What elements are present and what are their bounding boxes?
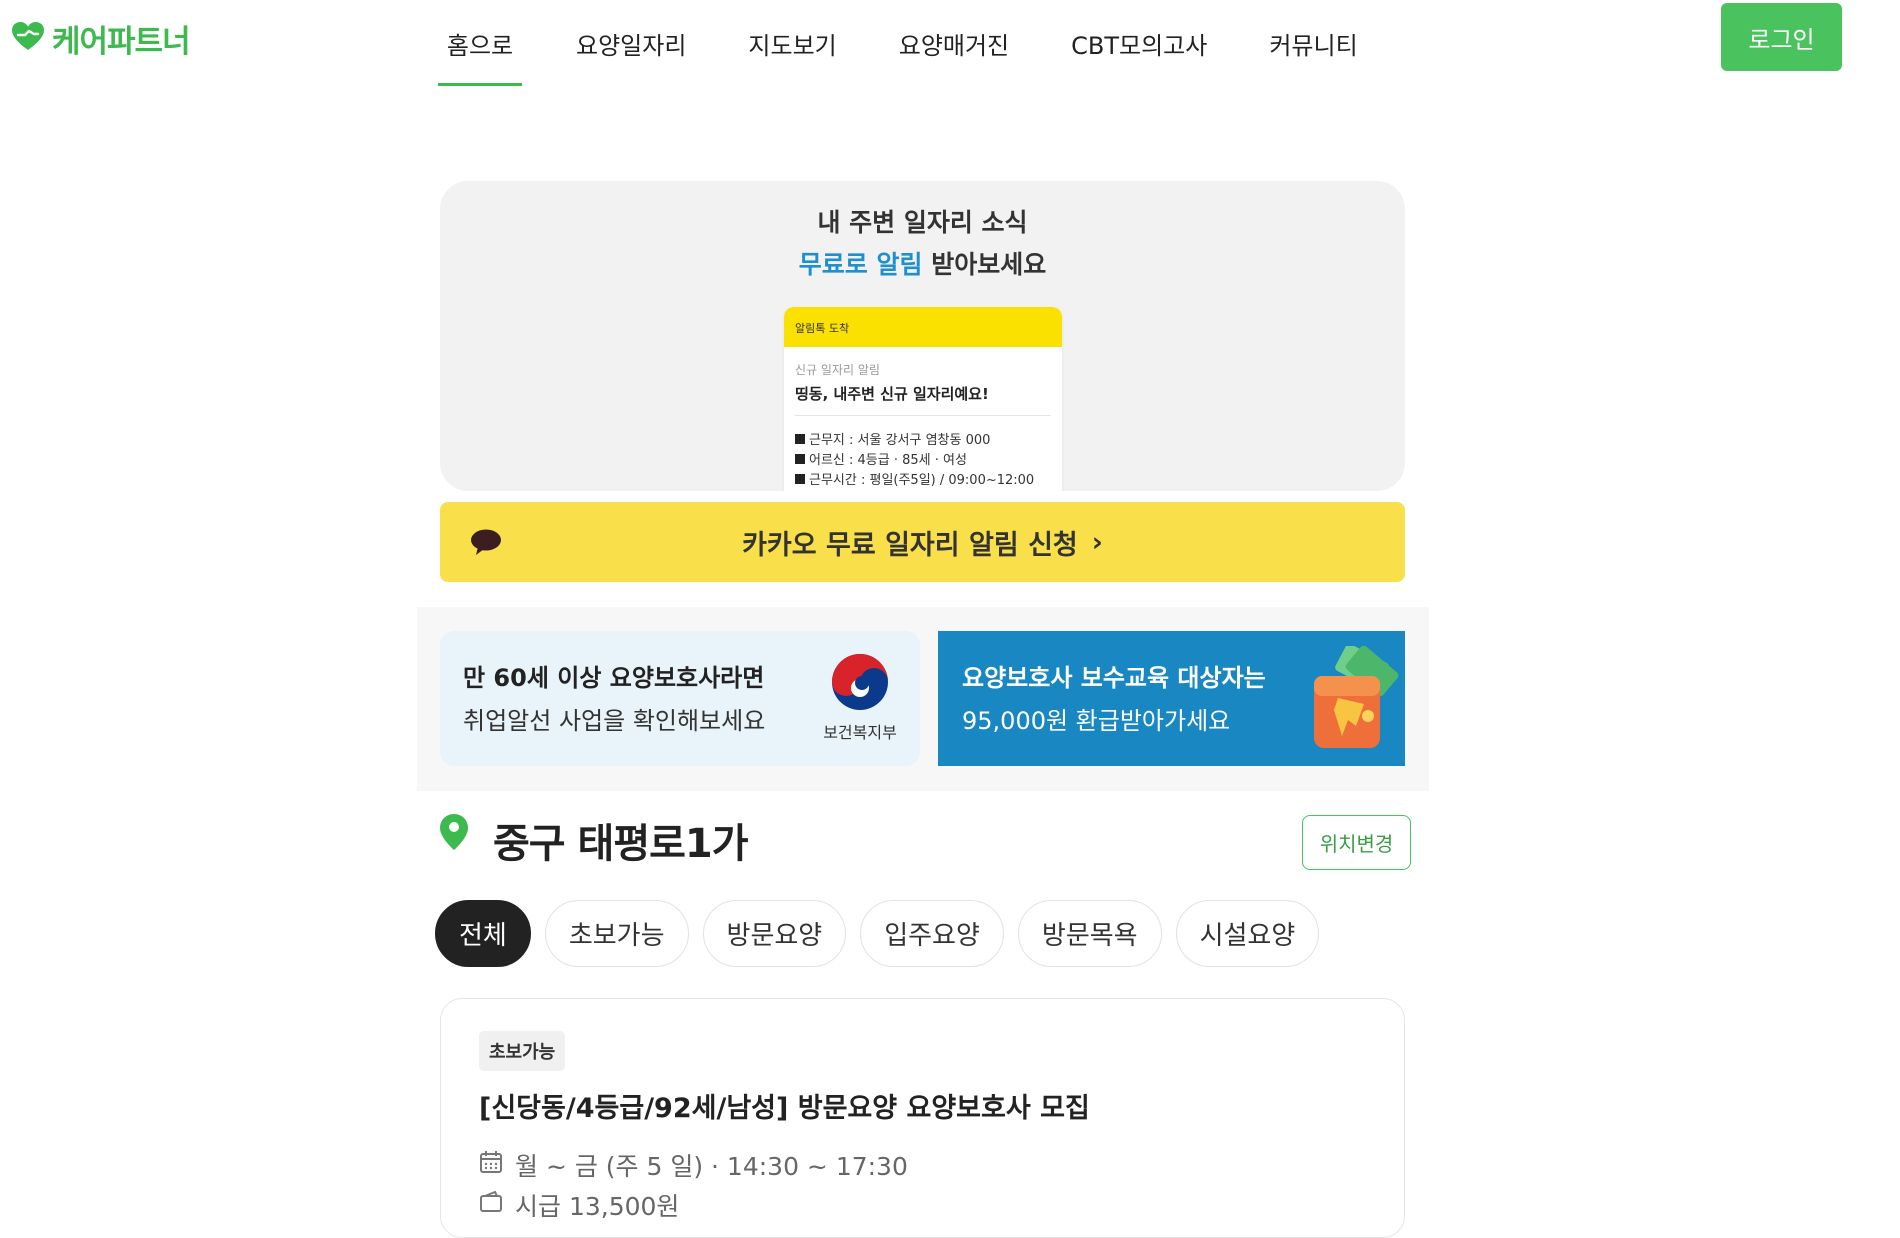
kakao-alert-banner: 내 주변 일자리 소식 무료로 알림 받아보세요 알림톡 도착 신규 일자리 알… (440, 181, 1405, 491)
education-refund-promo[interactable]: 요양보호사 보수교육 대상자는 95,000원 환급받아가세요 (938, 631, 1405, 766)
nav-map[interactable]: 지도보기 (740, 0, 844, 86)
alert-preview-card: 알림톡 도착 신규 일자리 알림 띵동, 내주변 신규 일자리예요! 근무지 :… (784, 307, 1062, 491)
ministry-label: 보건복지부 (823, 723, 897, 742)
chat-bubble-icon (470, 529, 502, 561)
alert-row-text: 근무시간 : 평일(주5일) / 09:00~12:00 (809, 473, 1035, 488)
category-filters: 전체 초보가능 방문요양 입주요양 방문목욕 시설요양 (435, 900, 1320, 967)
alert-preview-title: 띵동, 내주변 신규 일자리예요! (795, 385, 989, 403)
filter-all[interactable]: 전체 (435, 900, 531, 967)
kakao-alert-button[interactable]: 카카오 무료 일자리 알림 신청 › (440, 502, 1405, 582)
location-pin-icon (440, 814, 468, 854)
calendar-icon (479, 1150, 503, 1180)
promo-title: 만 60세 이상 요양보호사라면 (463, 664, 765, 692)
alert-preview-subtitle: 신규 일자리 알림 (795, 363, 880, 377)
filter-live-in[interactable]: 입주요양 (860, 900, 1004, 967)
bullet-square-icon (795, 473, 805, 484)
banner-line1: 내 주변 일자리 소식 (817, 208, 1028, 237)
nav-jobs[interactable]: 요양일자리 (568, 0, 694, 86)
filter-beginner[interactable]: 초보가능 (544, 900, 689, 967)
alert-row-text: 근무지 : 서울 강서구 염창동 000 (809, 433, 991, 448)
ministry-logo: 보건복지부 (810, 653, 910, 743)
bullet-square-icon (795, 453, 805, 464)
top-header: 케어파트너 홈으로 요양일자리 지도보기 요양매거진 CBT모의고사 커뮤니티 … (0, 0, 1900, 86)
job-pay-text: 시급 13,500원 (515, 1192, 680, 1221)
job-pay: 시급 13,500원 (479, 1187, 679, 1223)
logo-text: 케어파트너 (52, 24, 191, 60)
banner-highlight: 무료로 알림 (798, 250, 923, 279)
nav-home[interactable]: 홈으로 (438, 0, 522, 86)
alert-preview-header: 알림톡 도착 (784, 307, 1062, 347)
job-title: [신당동/4등급/92세/남성] 방문요양 요양보호사 모집 (479, 1093, 1090, 1124)
taegeuk-icon (831, 654, 889, 715)
alert-preview-row: 어르신 : 4등급 · 85세 · 여성 (795, 449, 967, 468)
alert-preview-row: 근무시간 : 평일(주5일) / 09:00~12:00 (795, 469, 1034, 488)
nav-cbt[interactable]: CBT모의고사 (1063, 0, 1215, 86)
banner-line2-rest: 받아보세요 (922, 250, 1047, 279)
kakao-button-label: 카카오 무료 일자리 알림 신청 (742, 529, 1078, 561)
heart-logo-icon (12, 21, 44, 56)
bullet-square-icon (795, 433, 805, 444)
job-tag: 초보가능 (479, 1031, 566, 1071)
logo[interactable]: 케어파트너 (12, 16, 191, 61)
job-schedule: 월 ~ 금 (주 5 일) · 14:30 ~ 17:30 (479, 1147, 908, 1183)
alert-row-text: 어르신 : 4등급 · 85세 · 여성 (809, 453, 967, 468)
wallet-money-icon (1308, 643, 1403, 760)
job-schedule-text: 월 ~ 금 (주 5 일) · 14:30 ~ 17:30 (515, 1152, 908, 1181)
nav-community[interactable]: 커뮤니티 (1261, 0, 1365, 86)
senior-employment-promo[interactable]: 만 60세 이상 요양보호사라면 취업알선 사업을 확인해보세요 보건복지부 (440, 631, 920, 766)
current-location: 중구 태평로1가 (493, 821, 749, 867)
chevron-right-icon: › (1091, 526, 1103, 558)
promo-subtitle: 취업알선 사업을 확인해보세요 (463, 707, 766, 735)
nav-magazine[interactable]: 요양매거진 (891, 0, 1017, 86)
alert-preview-row: 근무지 : 서울 강서구 염창동 000 (795, 429, 990, 448)
filter-facility[interactable]: 시설요양 (1175, 900, 1320, 967)
filter-bathing[interactable]: 방문목욕 (1017, 900, 1162, 967)
filter-home-care[interactable]: 방문요양 (702, 900, 847, 967)
promo-subtitle: 95,000원 환급받아가세요 (962, 707, 1231, 735)
main-nav: 홈으로 요양일자리 지도보기 요양매거진 CBT모의고사 커뮤니티 (438, 0, 1366, 86)
promo-title: 요양보호사 보수교육 대상자는 (962, 664, 1266, 692)
banner-line2: 무료로 알림 받아보세요 (440, 245, 1405, 281)
login-button[interactable]: 로그인 (1721, 3, 1842, 71)
change-location-button[interactable]: 위치변경 (1302, 815, 1411, 870)
alert-preview-divider (795, 415, 1051, 416)
job-card[interactable]: 초보가능 [신당동/4등급/92세/남성] 방문요양 요양보호사 모집 월 ~ … (440, 998, 1405, 1238)
